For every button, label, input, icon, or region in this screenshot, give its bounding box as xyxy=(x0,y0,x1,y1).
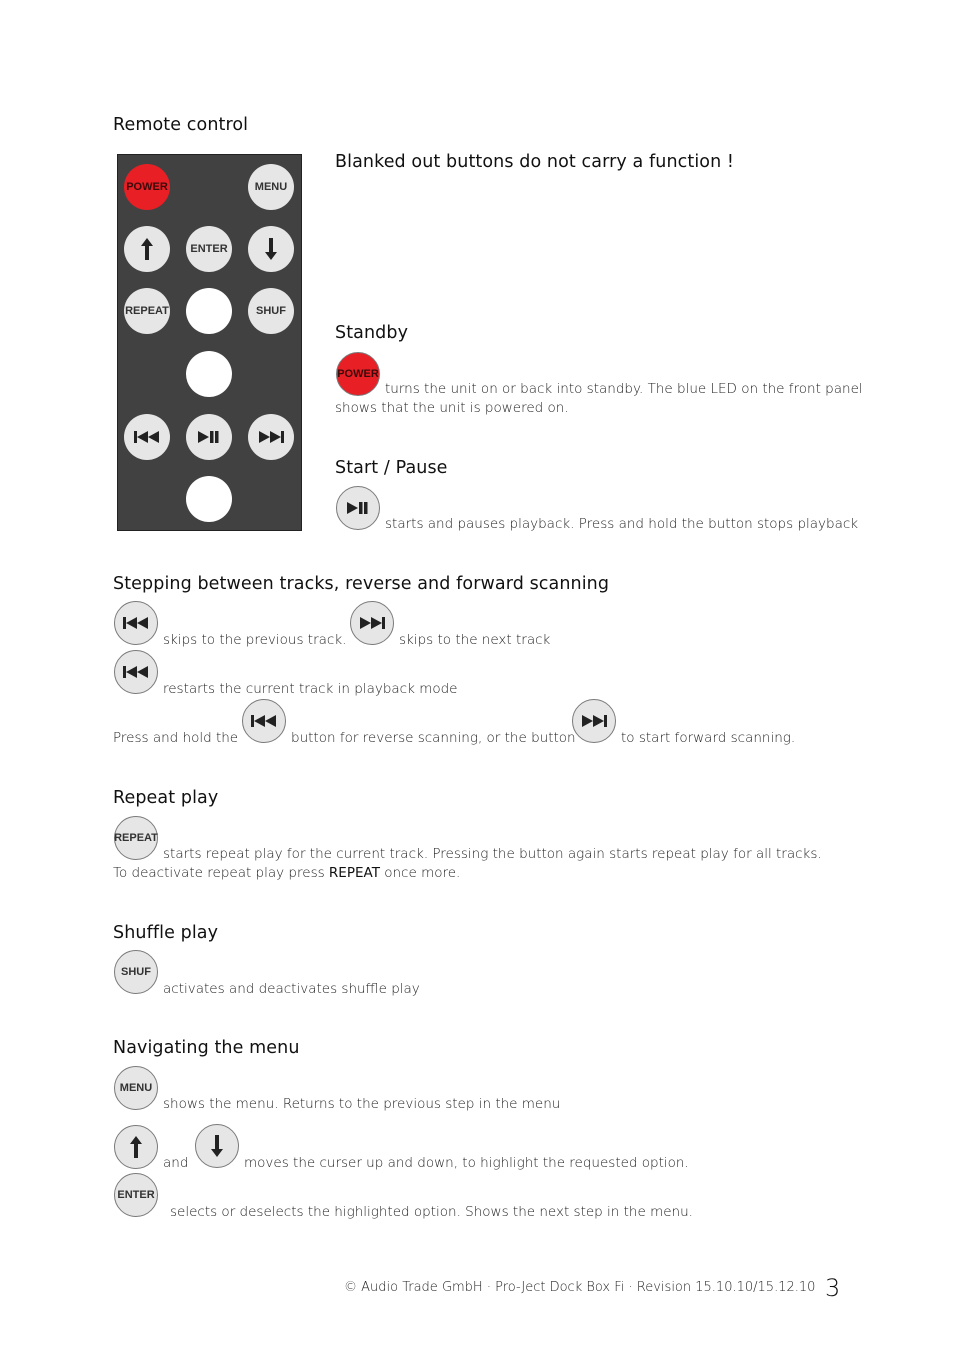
down-button-icon xyxy=(195,1124,239,1168)
skip-previous-icon xyxy=(251,715,276,727)
remote-blank-button xyxy=(186,476,232,522)
skip-previous-icon xyxy=(134,431,159,443)
repeat-text-line2: To deactivate repeat play press REPEAT o… xyxy=(113,865,460,881)
and-text: and xyxy=(163,1155,189,1171)
power-button-icon: POWER xyxy=(336,352,380,396)
remote-control-illustration: POWER MENU ENTER REPEAT SHUF xyxy=(117,154,302,531)
shuffle-heading: Shuffle play xyxy=(113,923,219,943)
arrow-down-icon xyxy=(211,1135,223,1157)
remote-blank-button xyxy=(186,288,232,334)
start-pause-heading: Start / Pause xyxy=(335,458,448,478)
restart-track-text: restarts the current track in playback m… xyxy=(163,681,458,697)
power-label: POWER xyxy=(126,181,168,193)
up-button-icon xyxy=(114,1125,158,1169)
standby-text-line2: shows that the unit is powered on. xyxy=(335,400,569,416)
remote-enter-button: ENTER xyxy=(186,226,232,272)
next-track-text: skips to the next track xyxy=(399,632,551,648)
blanked-buttons-note: Blanked out buttons do not carry a funct… xyxy=(335,152,735,172)
skip-next-icon xyxy=(582,715,607,727)
standby-text-line1: turns the unit on or back into standby. … xyxy=(385,381,863,397)
remote-next-button xyxy=(248,414,294,460)
remote-up-button xyxy=(124,226,170,272)
shuffle-text: activates and deactivates shuffle play xyxy=(163,981,420,997)
next-button-icon xyxy=(350,601,394,645)
skip-previous-icon xyxy=(123,617,148,629)
arrow-down-icon xyxy=(265,238,277,260)
standby-heading: Standby xyxy=(335,323,409,343)
remote-play-pause-button xyxy=(186,414,232,460)
repeat-text-pre: To deactivate repeat play press xyxy=(113,865,329,881)
remote-prev-button xyxy=(124,414,170,460)
play-pause-button-icon xyxy=(336,486,380,530)
hold-text-part1: Press and hold the xyxy=(113,730,239,746)
repeat-label: REPEAT xyxy=(125,305,169,317)
enter-button-icon: ENTER xyxy=(114,1173,158,1217)
shuf-button-icon: SHUF xyxy=(114,950,158,994)
page-number: 3 xyxy=(825,1274,841,1302)
skip-next-icon xyxy=(259,431,284,443)
enter-text: selects or deselects the highlighted opt… xyxy=(170,1204,693,1220)
arrow-up-icon xyxy=(141,238,153,260)
hold-text-part2: button for reverse scanning, or the butt… xyxy=(291,730,576,746)
updown-text: moves the curser up and down, to highlig… xyxy=(244,1155,689,1171)
remote-menu-button: MENU xyxy=(248,164,294,210)
repeat-text-line1: starts repeat play for the current track… xyxy=(163,846,822,862)
arrow-up-icon xyxy=(130,1136,142,1158)
repeat-button-icon: REPEAT xyxy=(114,816,158,860)
repeat-text-post: once more. xyxy=(379,865,461,881)
prev-button-icon xyxy=(242,699,286,743)
footer-text: © Audio Trade GmbH · Pro-Ject Dock Box F… xyxy=(344,1280,816,1295)
play-pause-icon xyxy=(198,431,219,443)
remote-power-button: POWER xyxy=(124,164,170,210)
prev-button-icon xyxy=(114,601,158,645)
remote-shuf-button: SHUF xyxy=(248,288,294,334)
skip-previous-icon xyxy=(123,666,148,678)
menu-text: shows the menu. Returns to the previous … xyxy=(163,1096,561,1112)
menu-button-icon: MENU xyxy=(114,1066,158,1110)
hold-text-part3: to start forward scanning. xyxy=(621,730,796,746)
repeat-label: REPEAT xyxy=(114,832,158,844)
repeat-keyword: REPEAT xyxy=(328,865,380,881)
shuf-label: SHUF xyxy=(256,305,286,317)
play-pause-icon xyxy=(347,502,368,514)
enter-label: ENTER xyxy=(190,243,228,255)
menu-label: MENU xyxy=(119,1082,153,1094)
remote-down-button xyxy=(248,226,294,272)
prev-track-text: skips to the previous track. xyxy=(163,632,347,648)
enter-label: ENTER xyxy=(117,1189,155,1201)
repeat-heading: Repeat play xyxy=(113,788,219,808)
power-label: POWER xyxy=(337,368,379,380)
remote-repeat-button: REPEAT xyxy=(124,288,170,334)
shuf-label: SHUF xyxy=(121,966,151,978)
skip-next-icon xyxy=(360,617,385,629)
remote-blank-button xyxy=(186,351,232,397)
start-pause-text: starts and pauses playback. Press and ho… xyxy=(385,516,859,532)
menu-heading: Navigating the menu xyxy=(113,1038,300,1058)
menu-label: MENU xyxy=(254,181,288,193)
stepping-heading: Stepping between tracks, reverse and for… xyxy=(113,574,610,594)
next-button-icon xyxy=(572,699,616,743)
prev-button-icon xyxy=(114,650,158,694)
remote-control-heading: Remote control xyxy=(113,115,249,135)
